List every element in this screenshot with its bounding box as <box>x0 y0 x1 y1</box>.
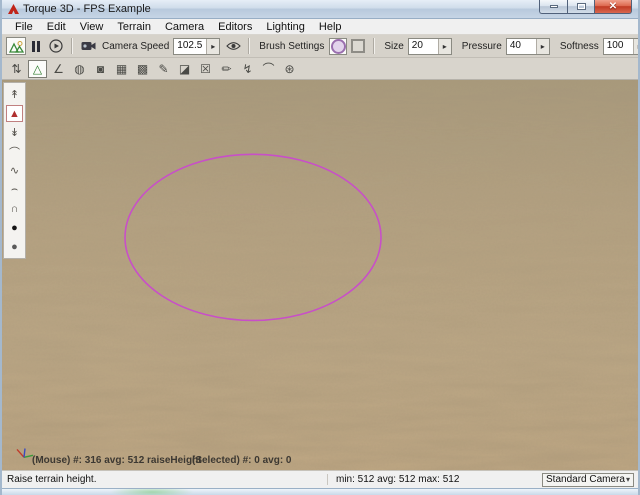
pause-button[interactable] <box>26 37 46 55</box>
softness-input[interactable]: 100 <box>604 39 633 54</box>
terrain-render <box>2 80 638 470</box>
terrain-height-stats: min: 512 avg: 512 max: 512 <box>327 474 542 485</box>
menu-edit[interactable]: Edit <box>40 21 73 33</box>
menu-camera[interactable]: Camera <box>158 21 211 33</box>
camera-mode-value: Standard Camera <box>546 474 625 485</box>
play-button[interactable] <box>46 37 66 55</box>
torque3d-window: Torque 3D - FPS Example ✕ File Edit View… <box>0 0 640 495</box>
minimize-button[interactable] <box>539 0 567 14</box>
softness-label: Softness <box>560 41 599 52</box>
menu-help[interactable]: Help <box>312 21 349 33</box>
camera-speed-spinner[interactable]: ▸ <box>206 39 219 54</box>
pressure-input[interactable]: 40 <box>507 39 536 54</box>
raise-height[interactable]: ▲ <box>6 105 23 122</box>
clear-empty[interactable]: ● <box>6 238 23 255</box>
toolbar-separator <box>248 38 250 54</box>
raise-height-tool[interactable]: △ <box>28 60 47 78</box>
play-icon <box>49 39 63 53</box>
main-toolbar: Camera Speed 102.5 ▸ Brush Settings Size… <box>2 35 638 58</box>
pressure-spinner[interactable]: ▸ <box>536 39 549 54</box>
paint-material-tool[interactable]: ↯ <box>238 60 257 78</box>
menu-lighting[interactable]: Lighting <box>259 21 312 33</box>
camera-speed-field: 102.5 ▸ <box>173 38 220 55</box>
status-message: Raise terrain height. <box>2 474 327 485</box>
softness-field: 100 ▸ <box>603 38 640 55</box>
lower-height[interactable]: ↡ <box>6 124 23 141</box>
airbrush-tool[interactable]: ✏ <box>217 60 236 78</box>
menu-bar: File Edit View Terrain Camera Editors Li… <box>2 19 638 35</box>
menu-editors[interactable]: Editors <box>211 21 259 33</box>
status-bar: Raise terrain height. min: 512 avg: 512 … <box>2 470 638 488</box>
slope-tool[interactable]: ⌒ <box>259 60 278 78</box>
size-field: 20 ▸ <box>408 38 452 55</box>
visibility-button[interactable] <box>223 37 243 55</box>
camera-mode-dropdown[interactable]: Standard Camera ▾ <box>542 473 634 487</box>
menu-terrain[interactable]: Terrain <box>110 21 158 33</box>
softness-spinner[interactable]: ▸ <box>633 39 640 54</box>
smooth[interactable]: ⌒ <box>6 143 23 160</box>
window-title: Torque 3D - FPS Example <box>23 3 151 15</box>
eye-icon <box>226 41 241 51</box>
pressure-label: Pressure <box>462 41 502 52</box>
terrain-tool-palette: ↟ ▲ ↡ ⌒ ∿ ⌢ ∩ ● ● <box>3 82 26 259</box>
smooth-slope[interactable]: ∿ <box>6 162 23 179</box>
set-empty-tool[interactable]: ☒ <box>196 60 215 78</box>
camera-speed-label: Camera Speed <box>102 41 169 52</box>
toolbar-separator <box>373 38 375 54</box>
close-icon: ✕ <box>609 2 617 12</box>
chevron-down-icon: ▾ <box>626 475 630 484</box>
brush-settings-label: Brush Settings <box>259 41 324 52</box>
set-height[interactable]: ∩ <box>6 200 23 217</box>
square-brush-icon <box>351 39 365 53</box>
pressure-field: 40 ▸ <box>506 38 550 55</box>
set-empty[interactable]: ● <box>6 219 23 236</box>
circle-brush-button[interactable] <box>329 38 347 55</box>
menu-view[interactable]: View <box>73 21 111 33</box>
camera-button[interactable] <box>78 37 98 55</box>
window-frame-bottom <box>2 488 638 495</box>
maximize-button[interactable] <box>567 0 594 14</box>
torque-logo-icon <box>7 3 19 15</box>
camera-speed-input[interactable]: 102.5 <box>174 39 206 54</box>
lower-height-tool[interactable]: ∠ <box>49 60 68 78</box>
title-bar: Torque 3D - FPS Example ✕ <box>2 0 638 19</box>
minimize-icon <box>550 5 558 8</box>
camera-icon <box>81 41 96 51</box>
smooth-slope-tool[interactable]: ◙ <box>91 60 110 78</box>
terrain-wheel-tool[interactable]: ⊛ <box>280 60 299 78</box>
grab-terrain-tool[interactable]: ⇅ <box>7 60 26 78</box>
smooth-tool[interactable]: ◍ <box>70 60 89 78</box>
set-height-tool[interactable]: ✎ <box>154 60 173 78</box>
clear-terrain-tool[interactable]: ◪ <box>175 60 194 78</box>
scene-editor-button[interactable] <box>6 37 26 55</box>
flatten-tool[interactable]: ▩ <box>133 60 152 78</box>
circle-brush-icon <box>331 39 346 54</box>
size-input[interactable]: 20 <box>409 39 438 54</box>
terrain-viewport[interactable]: ↟ ▲ ↡ ⌒ ∿ ⌢ ∩ ● ● (Mouse) #: 316 avg: 51… <box>2 80 638 470</box>
size-spinner[interactable]: ▸ <box>438 39 451 54</box>
close-button[interactable]: ✕ <box>594 0 632 14</box>
square-brush-button[interactable] <box>349 38 367 55</box>
pause-icon <box>31 41 41 52</box>
menu-file[interactable]: File <box>8 21 40 33</box>
landscape-icon <box>9 40 24 53</box>
paint-noise-tool[interactable]: ▦ <box>112 60 131 78</box>
maximize-icon <box>577 3 586 10</box>
mouse-terrain-status: (Mouse) #: 316 avg: 512 raiseHeight <box>32 455 202 466</box>
size-label: Size <box>384 41 403 52</box>
toolbar-separator <box>71 38 73 54</box>
grab-terrain[interactable]: ↟ <box>6 86 23 103</box>
flatten[interactable]: ⌢ <box>6 181 23 198</box>
selected-terrain-status: (Selected) #: 0 avg: 0 <box>192 455 291 466</box>
window-controls: ✕ <box>539 0 632 14</box>
terrain-tools-toolbar: ⇅ △ ∠ ◍ ◙ ▦ ▩ ✎ ◪ ☒ ✏ ↯ ⌒ ⊛ <box>2 58 638 80</box>
